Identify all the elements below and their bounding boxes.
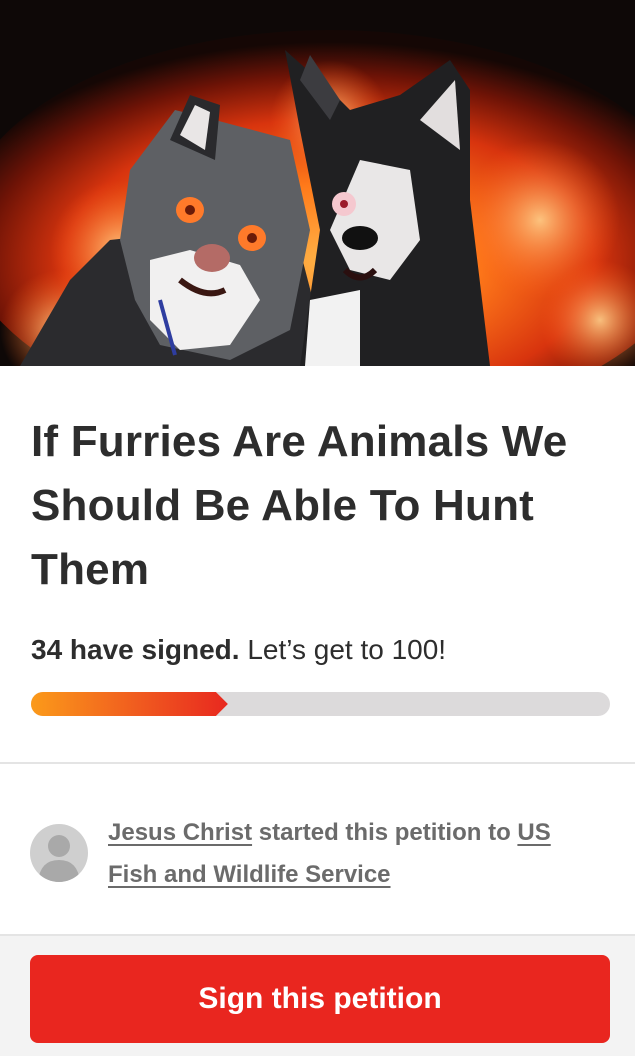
avatar (30, 824, 88, 882)
starter-name-link[interactable]: Jesus Christ (108, 819, 252, 846)
signature-progress-bar (31, 692, 610, 716)
signature-progress-fill (31, 692, 228, 716)
signature-status: 34 have signed. Let’s get to 100! (31, 630, 446, 670)
starter-middle-text: started this petition to (258, 819, 511, 846)
petition-title: If Furries Are Animals We Should Be Able… (31, 417, 568, 594)
petition-hero-image (0, 0, 635, 366)
hero-illustration (0, 0, 635, 366)
signature-goal: Let’s get to 100! (247, 634, 447, 665)
starter-text: Jesus Christ started this petition to US… (108, 812, 588, 896)
sign-petition-button[interactable]: Sign this petition (30, 955, 610, 1043)
person-silhouette-icon (38, 835, 80, 882)
signature-count: 34 have signed. (31, 634, 240, 665)
section-divider (0, 762, 635, 764)
petition-page: If Furries Are Animals We Should Be Able… (0, 0, 635, 1056)
